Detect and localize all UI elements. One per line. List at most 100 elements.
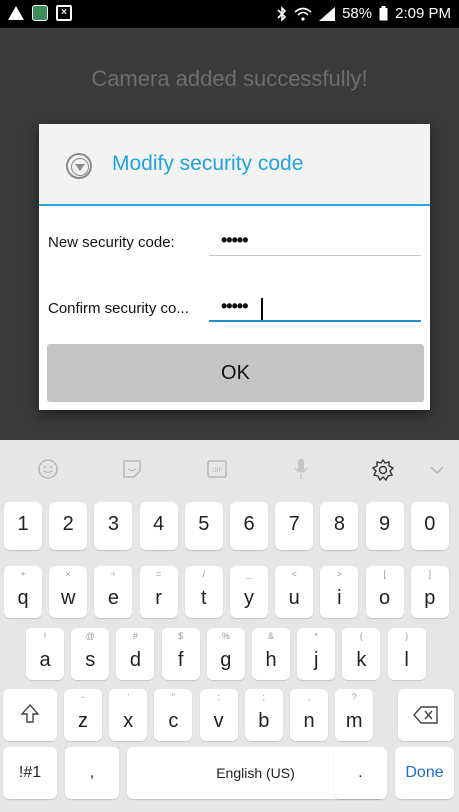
new-code-field[interactable]: ••••• xyxy=(209,228,421,256)
done-key[interactable]: Done xyxy=(395,747,454,799)
key-5[interactable]: 5 xyxy=(184,502,223,550)
settings-icon[interactable] xyxy=(371,458,395,482)
key-4[interactable]: 4 xyxy=(139,502,178,550)
key-hint: < xyxy=(291,569,297,579)
emoji-icon[interactable] xyxy=(37,458,59,480)
key-x[interactable]: ' x xyxy=(109,689,148,741)
key-9[interactable]: 9 xyxy=(365,502,404,550)
key-hint: ! xyxy=(43,631,47,641)
key-l[interactable]: ) l xyxy=(387,628,426,680)
key-hint: ) xyxy=(405,631,409,641)
shift-icon xyxy=(20,703,40,723)
key-hint: , xyxy=(307,692,311,702)
symbols-key[interactable]: !#1 xyxy=(3,747,57,799)
key-a[interactable]: ! a xyxy=(26,628,64,680)
backspace-key[interactable] xyxy=(398,689,454,741)
key-label: h xyxy=(265,649,277,671)
key-label: 9 xyxy=(379,513,391,535)
key-hint: & xyxy=(267,631,274,641)
key-z[interactable]: -z xyxy=(64,689,102,741)
key-0[interactable]: 0 xyxy=(410,502,449,550)
ok-button[interactable]: OK xyxy=(47,344,424,402)
shift-key[interactable] xyxy=(3,689,57,741)
key-j[interactable]: * j xyxy=(297,628,336,680)
period-key[interactable]: . xyxy=(334,747,387,799)
keyboard: GIF 1 2 3 4 5 6 7 8 9 0 + q × w ÷ e = r / t _ y < u > i[o] p! a @ s # d… xyxy=(0,440,459,812)
key-h[interactable]: & h xyxy=(252,628,290,680)
key-d[interactable]: # d xyxy=(116,628,155,680)
key-hint: ÷ xyxy=(110,569,116,579)
dialog-header: Modify security code xyxy=(39,124,430,206)
comma-key[interactable]: , xyxy=(65,747,119,799)
status-bar: × 58% 2:09 PM xyxy=(0,0,459,28)
key-label: y xyxy=(244,587,254,609)
key-hint: # xyxy=(132,631,138,641)
key-8[interactable]: 8 xyxy=(320,502,359,550)
key-r[interactable]: = r xyxy=(139,566,178,618)
key-k[interactable]: (k xyxy=(342,628,381,680)
text-cursor xyxy=(261,298,263,320)
gif-icon[interactable]: GIF xyxy=(206,458,228,480)
key-label: e xyxy=(107,587,119,609)
key-label: g xyxy=(220,649,232,671)
key-hint: ? xyxy=(351,692,357,702)
modify-security-code-dialog: Modify security code New security code: … xyxy=(39,124,430,410)
key-label: w xyxy=(60,587,76,609)
key-e[interactable]: ÷ e xyxy=(94,566,133,618)
key-7[interactable]: 7 xyxy=(275,502,314,550)
microphone-icon[interactable] xyxy=(290,458,312,480)
key-label: c xyxy=(168,710,179,732)
svg-text:GIF: GIF xyxy=(212,467,222,474)
key-label: 5 xyxy=(198,513,210,535)
key-3[interactable]: 3 xyxy=(94,502,133,550)
confirm-code-value: ••••• xyxy=(221,296,248,316)
key-6[interactable]: 6 xyxy=(230,502,268,550)
key-label: i xyxy=(337,587,342,609)
key-label: 7 xyxy=(288,513,300,535)
key-label: d xyxy=(129,649,141,671)
key-label: l xyxy=(404,649,409,671)
key-label: z xyxy=(78,710,88,732)
key-label: 0 xyxy=(424,513,436,535)
key-p[interactable]: ] p xyxy=(410,566,449,618)
key-label: 4 xyxy=(153,513,165,535)
key-hint: = xyxy=(155,569,162,579)
key-m[interactable]: ? m xyxy=(335,689,374,741)
close-box-icon: × xyxy=(56,5,72,21)
key-hint: ; xyxy=(262,692,266,702)
key-g[interactable]: % g xyxy=(206,628,245,680)
key-u[interactable]: < u xyxy=(275,566,314,618)
key-label: m xyxy=(345,710,363,732)
key-hint: / xyxy=(202,569,206,579)
key-q[interactable]: + q xyxy=(4,566,42,618)
key-i[interactable]: > i xyxy=(320,566,359,618)
key-label: x xyxy=(123,710,134,732)
key-hint: - xyxy=(81,692,85,702)
key-hint: × xyxy=(65,569,71,579)
keyboard-toolbar: GIF xyxy=(0,440,459,496)
key-1[interactable]: 1 xyxy=(4,502,42,550)
key-s[interactable]: @ s xyxy=(71,628,110,680)
wifi-icon xyxy=(294,7,312,21)
key-n[interactable]: ,n xyxy=(290,689,328,741)
backspace-icon xyxy=(413,706,438,724)
key-c[interactable]: " c xyxy=(154,689,193,741)
key-label: p xyxy=(424,587,436,609)
background-title: Camera added successfully! xyxy=(91,66,368,91)
key-2[interactable]: 2 xyxy=(49,502,88,550)
key-t[interactable]: / t xyxy=(184,566,223,618)
key-y[interactable]: _ y xyxy=(230,566,268,618)
key-o[interactable]: [o xyxy=(365,566,404,618)
confirm-code-field[interactable]: ••••• xyxy=(209,294,421,322)
key-f[interactable]: $ f xyxy=(161,628,200,680)
key-w[interactable]: × w xyxy=(49,566,88,618)
key-label: j xyxy=(313,649,319,671)
key-label: s xyxy=(85,649,96,671)
key-v[interactable]: :v xyxy=(199,689,238,741)
sticker-icon[interactable] xyxy=(121,458,143,480)
key-b[interactable]: ; b xyxy=(244,689,283,741)
app-background: Camera added successfully! Modify securi… xyxy=(0,28,459,440)
key-label: n xyxy=(303,710,315,732)
key-hint: " xyxy=(171,692,175,702)
chevron-down-icon[interactable] xyxy=(428,458,450,480)
